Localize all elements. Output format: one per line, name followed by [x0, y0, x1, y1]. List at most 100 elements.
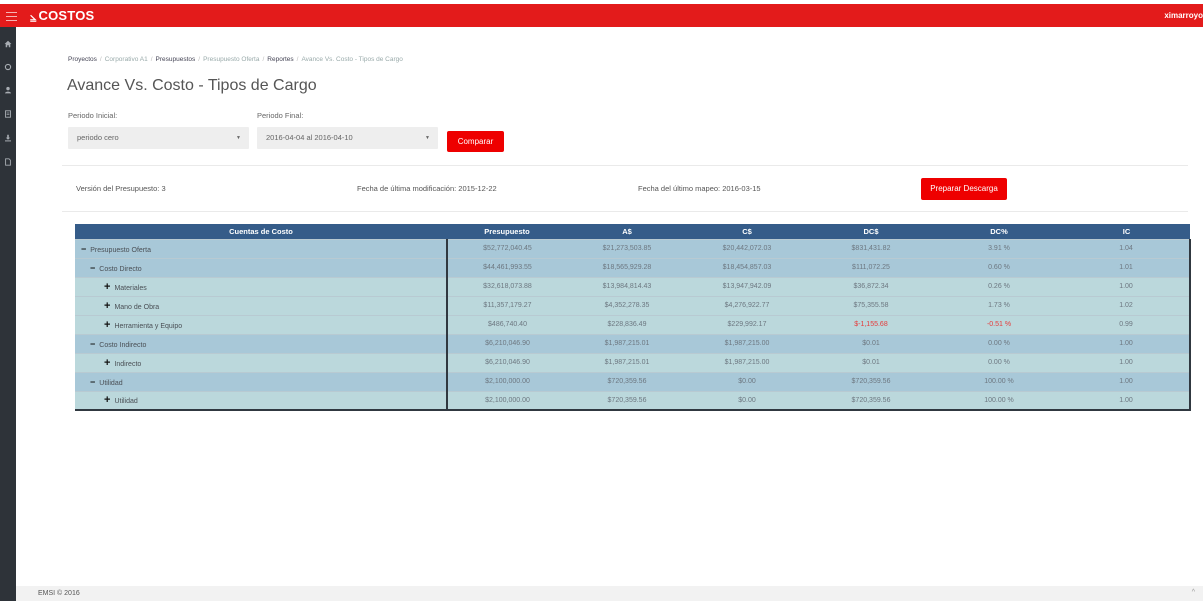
user-menu[interactable]: ximarroyo — [1164, 11, 1203, 20]
table-row: + Materiales $32,618,073.88 $13,984,814.4… — [75, 276, 1191, 296]
collapse-icon[interactable]: − — [90, 339, 95, 349]
breadcrumb-separator: / — [198, 56, 201, 63]
account-name: Presupuesto Oferta — [90, 246, 151, 254]
breadcrumb-separator: / — [296, 56, 299, 63]
ic-cell: 1.00 — [1063, 276, 1191, 296]
breadcrumb-separator: / — [99, 56, 102, 63]
ic-cell: 1.00 — [1063, 390, 1191, 411]
expand-icon[interactable]: + — [104, 319, 110, 331]
a-cell: $4,352,278.35 — [567, 295, 687, 315]
dc-percent-cell: -0.51 % — [935, 314, 1063, 334]
c-cell: $0.00 — [687, 390, 807, 411]
copyright-text: EMSI © 2016 — [38, 590, 80, 597]
chevron-down-icon: ▼ — [425, 135, 430, 141]
column-header-presupuesto[interactable]: Presupuesto — [447, 224, 567, 239]
collapse-icon[interactable]: − — [90, 377, 95, 387]
dc-percent-cell: 0.00 % — [935, 333, 1063, 353]
account-name-cell: + Materiales — [75, 276, 448, 296]
c-cell: $20,442,072.03 — [687, 238, 807, 258]
table-header-row: Cuentas de Costo Presupuesto A$ C$ DC$ D… — [75, 224, 1190, 239]
column-header-dc[interactable]: DC$ — [807, 224, 935, 239]
breadcrumb: Proyectos / Corporativo A1/Presupuestos / Pr… — [68, 56, 403, 63]
account-name: Costo Indirecto — [99, 341, 147, 349]
column-header-ic[interactable]: IC — [1063, 224, 1190, 239]
scroll-up-icon[interactable]: ^ — [1192, 589, 1195, 596]
dc-cell: $831,431.82 — [807, 238, 935, 258]
breadcrumb-item-proyectos[interactable]: Proyectos — [68, 56, 97, 63]
dc-percent-cell: 0.60 % — [935, 257, 1063, 277]
user-icon[interactable] — [3, 86, 13, 96]
table-row: + Utilidad $2,100,000.00 $720,359.56 $0.0… — [75, 390, 1191, 411]
prepare-download-button[interactable]: Preparar Descarga — [921, 178, 1007, 200]
c-cell: $13,947,942.09 — [687, 276, 807, 296]
final-period-value: 2016-04-04 al 2016-04-10 — [266, 133, 353, 142]
expand-icon[interactable]: + — [104, 300, 110, 312]
account-name: Indirecto — [114, 360, 142, 368]
column-header-dc-percent[interactable]: DC% — [935, 224, 1063, 239]
dc-percent-cell: 3.91 % — [935, 238, 1063, 258]
budget-cell: $44,461,993.55 — [447, 257, 567, 277]
last-mapping-date: Fecha del último mapeo: 2016-03-15 — [638, 184, 761, 193]
c-cell: $229,992.17 — [687, 314, 807, 334]
dc-percent-cell: 1.73 % — [935, 295, 1063, 315]
account-name: Utilidad — [99, 379, 123, 387]
account-name: Herramienta y Equipo — [114, 322, 183, 330]
table-row: − Costo Indirecto $6,210,046.90 $1,987,21… — [75, 333, 1191, 353]
compare-button[interactable]: Comparar — [447, 131, 504, 152]
budget-cell: $52,772,040.45 — [447, 238, 567, 258]
initial-period-value: periodo cero — [77, 133, 119, 142]
ic-cell: 1.02 — [1063, 295, 1191, 315]
account-name-cell: + Herramienta y Equipo — [75, 314, 448, 334]
breadcrumb-item-reportes[interactable]: Reportes — [267, 56, 293, 63]
collapse-icon[interactable]: − — [81, 244, 86, 254]
dc-percent-cell: 0.00 % — [935, 352, 1063, 372]
expand-icon[interactable]: + — [104, 394, 110, 406]
a-cell: $13,984,814.43 — [567, 276, 687, 296]
breadcrumb-item-presupuestos[interactable]: Presupuestos — [156, 56, 196, 63]
expand-icon[interactable]: + — [104, 357, 110, 369]
account-name-cell: + Utilidad — [75, 390, 448, 411]
initial-period-select[interactable]: periodo cero ▼ — [68, 127, 249, 149]
budget-cell: $6,210,046.90 — [447, 352, 567, 372]
ic-cell: 1.00 — [1063, 371, 1191, 391]
cost-accounts-table: Cuentas de Costo Presupuesto A$ C$ DC$ D… — [75, 224, 1191, 411]
table-row: − Utilidad $2,100,000.00 $720,359.56 $0.0… — [75, 371, 1191, 391]
table-row: + Indirecto $6,210,046.90 $1,987,215.01 $… — [75, 352, 1191, 372]
sidebar — [0, 27, 16, 601]
footer: EMSI © 2016 ^ — [16, 586, 1203, 601]
a-cell: $21,273,503.85 — [567, 238, 687, 258]
document-icon[interactable] — [3, 110, 13, 120]
circle-icon[interactable] — [3, 63, 13, 73]
column-header-c[interactable]: C$ — [687, 224, 807, 239]
dc-percent-cell: 0.26 % — [935, 276, 1063, 296]
expand-icon[interactable]: + — [104, 281, 110, 293]
column-header-cuentas[interactable]: Cuentas de Costo — [75, 224, 447, 239]
breadcrumb-item-current: Avance Vs. Costo - Tipos de Cargo — [301, 56, 403, 63]
column-header-a[interactable]: A$ — [567, 224, 687, 239]
dc-cell: $0.01 — [807, 333, 935, 353]
chevron-down-icon: ▼ — [236, 135, 241, 141]
dc-cell: $0.01 — [807, 352, 935, 372]
hamburger-menu-icon[interactable] — [5, 9, 18, 22]
budget-version: Versión del Presupuesto: 3 — [76, 184, 166, 193]
table-row: − Costo Directo $44,461,993.55 $18,565,92… — [75, 257, 1191, 277]
home-icon[interactable] — [3, 40, 13, 50]
budget-cell: $32,618,073.88 — [447, 276, 567, 296]
ic-cell: 1.01 — [1063, 257, 1191, 277]
dc-cell: $75,355.58 — [807, 295, 935, 315]
final-period-select[interactable]: 2016-04-04 al 2016-04-10 ▼ — [257, 127, 438, 149]
dc-cell: $720,359.56 — [807, 390, 935, 411]
file-icon[interactable] — [3, 158, 13, 168]
dc-percent-cell: 100.00 % — [935, 371, 1063, 391]
ic-cell: 1.00 — [1063, 352, 1191, 372]
collapse-icon[interactable]: − — [90, 263, 95, 273]
breadcrumb-item-presupuesto-oferta[interactable]: Presupuesto Oferta — [203, 56, 259, 63]
brand-logo[interactable]: ⦥ COSTOS — [30, 8, 94, 24]
dc-percent-cell: 100.00 % — [935, 390, 1063, 411]
c-cell: $4,276,922.77 — [687, 295, 807, 315]
brand-name: COSTOS — [38, 8, 95, 23]
breadcrumb-separator: / — [262, 56, 265, 63]
budget-cell: $6,210,046.90 — [447, 333, 567, 353]
download-icon[interactable] — [3, 134, 13, 144]
breadcrumb-item-corporativo[interactable]: Corporativo A1 — [105, 56, 148, 63]
